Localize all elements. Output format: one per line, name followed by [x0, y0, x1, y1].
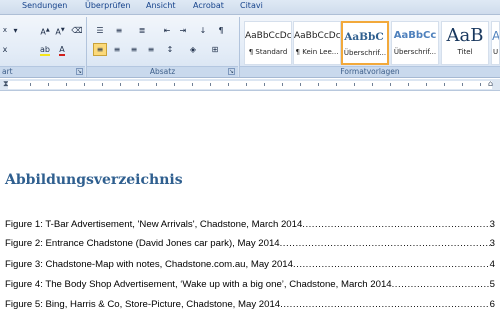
- ruler-text-area: [8, 81, 492, 89]
- grow-font-icon[interactable]: A▲: [38, 24, 52, 37]
- group-styles-label: Formatvorlagen: [240, 66, 500, 77]
- font-dialog-launcher-icon[interactable]: ↘: [76, 68, 83, 75]
- tab-sendungen[interactable]: Sendungen: [22, 1, 67, 10]
- style-name: U: [492, 48, 499, 56]
- right-indent-marker-icon[interactable]: ⌂: [488, 79, 493, 88]
- sort-icon[interactable]: ↓: [196, 24, 210, 37]
- line-spacing-icon[interactable]: ↕: [163, 43, 177, 56]
- toc-page-number: 5: [489, 279, 495, 290]
- decrease-indent-icon[interactable]: ⇤: [160, 24, 174, 37]
- horizontal-ruler[interactable]: ⧗ ⌂: [0, 79, 500, 91]
- font-color-icon[interactable]: A: [55, 43, 69, 56]
- style-sample: A: [492, 29, 500, 43]
- indent-marker-icon[interactable]: ⧗: [3, 79, 9, 89]
- shrink-font-icon[interactable]: A▼: [53, 24, 67, 37]
- shading-icon[interactable]: ◈: [186, 43, 200, 56]
- toc-entry-text: Figure 2: Entrance Chadstone (David Jone…: [5, 238, 280, 249]
- style-name: Überschrif...: [393, 48, 437, 56]
- style-name: Überschrif...: [343, 49, 387, 57]
- show-formatting-icon[interactable]: ¶: [214, 24, 228, 37]
- toc-entry[interactable]: Figure 4: The Body Shop Advertisement, ‘…: [5, 279, 495, 293]
- style-sample: AaBbCc: [393, 30, 437, 41]
- clear-format-icon[interactable]: ⌫: [70, 24, 84, 37]
- toc-entry-text: Figure 1: T-Bar Advertisement, 'New Arri…: [5, 219, 303, 230]
- paragraph-dialog-launcher-icon[interactable]: ↘: [228, 68, 235, 75]
- align-right-icon[interactable]: ≡: [127, 43, 141, 56]
- toc-page-number: 4: [489, 259, 495, 270]
- tab-citavi[interactable]: Citavi: [240, 1, 263, 10]
- toc-entry[interactable]: Figure 2: Entrance Chadstone (David Jone…: [5, 238, 495, 252]
- style-ueberschrift-2[interactable]: AaBbCc Überschrif...: [391, 21, 439, 65]
- multilevel-list-icon[interactable]: ≣: [135, 24, 149, 37]
- style-ueberschrift-1[interactable]: AaBbC Überschrif...: [341, 21, 389, 65]
- tab-acrobat[interactable]: Acrobat: [193, 1, 224, 10]
- style-name: Titel: [457, 48, 473, 56]
- numbering-icon[interactable]: ≡: [112, 24, 126, 37]
- toc-page-number: 3: [489, 238, 495, 249]
- toc-entry-text: Figure 4: The Body Shop Advertisement, ‘…: [5, 279, 392, 290]
- style-kein-leerraum[interactable]: AaBbCcDc ¶ Kein Lee...: [293, 21, 341, 65]
- toc-leader-dots: [302, 219, 489, 230]
- ribbon: x ▾ A▲ A▼ ⌫ x ab A art ↘ ☰ ≡ ≣ ⇤ ⇥ ↓ ¶ ≡…: [0, 15, 500, 78]
- toc-entry-text: Figure 5: Bing, Harris & Co, Store-Pictu…: [5, 299, 281, 310]
- toc-page-number: 3: [489, 219, 495, 230]
- style-name: ¶ Kein Lee...: [295, 48, 339, 56]
- increase-indent-icon[interactable]: ⇥: [176, 24, 190, 37]
- align-center-icon[interactable]: ≡: [110, 43, 124, 56]
- toc-leader-dots: [392, 279, 490, 290]
- strikethrough-icon[interactable]: x: [0, 43, 10, 56]
- style-sample: AaBbC: [344, 31, 386, 43]
- align-left-icon[interactable]: ≡: [93, 43, 107, 56]
- borders-icon[interactable]: ⊞: [208, 43, 222, 56]
- font-size-dropdown-icon[interactable]: ▾: [11, 24, 20, 37]
- tab-ueberpruefen[interactable]: Überprüfen: [85, 1, 130, 10]
- tab-ansicht[interactable]: Ansicht: [146, 1, 176, 10]
- style-standard[interactable]: AaBbCcDc ¶ Standard: [244, 21, 292, 65]
- font-size-field[interactable]: x: [0, 24, 10, 37]
- style-name: ¶ Standard: [248, 48, 288, 56]
- style-untertitel[interactable]: A U: [491, 21, 500, 65]
- style-titel[interactable]: AaB Titel: [441, 21, 489, 65]
- toc-leader-dots: [293, 259, 490, 270]
- group-paragraph-label: Absatz: [87, 66, 238, 77]
- toc-leader-dots: [280, 238, 490, 249]
- style-sample: AaBbCcDc: [245, 31, 292, 41]
- bullets-icon[interactable]: ☰: [93, 24, 107, 37]
- toc-entry[interactable]: Figure 5: Bing, Harris & Co, Store-Pictu…: [5, 299, 495, 313]
- toc-entry[interactable]: Figure 3: Chadstone-Map with notes, Chad…: [5, 259, 495, 273]
- toc-leader-dots: [280, 299, 490, 310]
- toc-entry[interactable]: Figure 1: T-Bar Advertisement, 'New Arri…: [5, 219, 495, 233]
- style-sample: AaB: [446, 25, 484, 46]
- ribbon-tab-bar: Sendungen Überprüfen Ansicht Acrobat Cit…: [0, 0, 500, 15]
- style-sample: AaBbCcDc: [294, 31, 341, 41]
- toc-entry-text: Figure 3: Chadstone-Map with notes, Chad…: [5, 259, 293, 270]
- justify-icon[interactable]: ≡: [144, 43, 158, 56]
- toc-page-number: 6: [489, 299, 495, 310]
- group-font-label: art: [0, 66, 85, 77]
- text-highlight-icon[interactable]: ab: [38, 43, 52, 56]
- document-heading: Abbildungsverzeichnis: [5, 172, 183, 188]
